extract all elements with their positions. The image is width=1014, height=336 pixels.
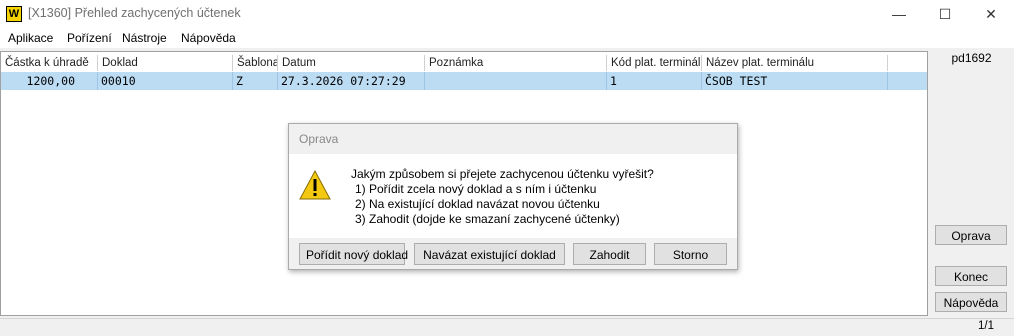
cell-nazev-terminalu: ČSOB TEST — [702, 72, 888, 90]
cell-castka: 1200,00 — [1, 72, 98, 90]
dialog-title-bar: Oprava — [289, 124, 737, 154]
table-row[interactable]: 1200,00 00010 Z 27.3.2026 07:27:29 1 ČSO… — [1, 72, 927, 90]
dialog-question: Jakým způsobem si přejete zachycenou účt… — [351, 167, 654, 181]
column-header-sablona[interactable]: Šablona — [233, 55, 278, 71]
title-bar: W [X1360] Přehled zachycených účtenek — … — [0, 0, 1014, 28]
link-existing-button[interactable]: Navázat existující doklad — [414, 243, 565, 265]
cell-sablona: Z — [233, 72, 278, 90]
cancel-button[interactable]: Storno — [654, 243, 727, 265]
app-logo-icon: W — [6, 6, 22, 22]
menu-napoveda[interactable]: Nápověda — [181, 31, 236, 45]
horizontal-scrollbar[interactable] — [0, 318, 1014, 336]
cell-kod-terminalu: 1 — [607, 72, 702, 90]
oprava-button[interactable]: Oprava — [935, 225, 1007, 245]
menu-nastroje[interactable]: Nástroje — [122, 31, 167, 45]
napoveda-button[interactable]: Nápověda — [935, 292, 1007, 312]
table-header: Částka k úhradě Doklad Šablona Datum Poz… — [1, 55, 927, 71]
discard-button[interactable]: Zahodit — [573, 243, 646, 265]
maximize-button[interactable]: ☐ — [922, 0, 968, 28]
minimize-button[interactable]: — — [876, 0, 922, 28]
column-header-doklad[interactable]: Doklad — [98, 55, 233, 71]
menu-aplikace[interactable]: Aplikace — [8, 31, 53, 45]
dialog-option-2: 2) Na existující doklad navázat novou úč… — [355, 197, 600, 211]
cell-doklad: 00010 — [98, 72, 233, 90]
column-header-poznamka[interactable]: Poznámka — [425, 55, 607, 71]
warning-icon — [299, 170, 331, 200]
column-header-datum[interactable]: Datum — [278, 55, 425, 71]
user-label: pd1692 — [951, 51, 992, 65]
column-header-nazev-terminalu[interactable]: Název plat. terminálu — [702, 55, 888, 71]
dialog-option-3: 3) Zahodit (dojde ke smazaní zachycené ú… — [355, 212, 620, 226]
menu-porizeni[interactable]: Pořízení — [67, 31, 112, 45]
window-title: [X1360] Přehled zachycených účtenek — [28, 6, 241, 20]
oprava-dialog: Oprava Jakým způsobem si přejete zachyce… — [288, 123, 738, 270]
new-document-button[interactable]: Pořídit nový doklad — [299, 243, 408, 265]
cell-datum: 27.3.2026 07:27:29 — [278, 72, 425, 90]
menu-bar: Aplikace Pořízení Nástroje Nápověda — [0, 28, 1014, 48]
dialog-body: Jakým způsobem si přejete zachycenou účt… — [289, 154, 737, 238]
cell-poznamka — [425, 72, 607, 90]
dialog-title: Oprava — [299, 132, 339, 146]
page-indicator: 1/1 — [978, 320, 994, 332]
konec-button[interactable]: Konec — [935, 266, 1007, 286]
column-header-castka[interactable]: Částka k úhradě — [1, 55, 98, 71]
dialog-option-1: 1) Pořídit zcela nový doklad a s ním i ú… — [355, 182, 597, 196]
close-button[interactable]: ✕ — [968, 0, 1014, 28]
column-header-kod-terminalu[interactable]: Kód plat. terminálu — [607, 55, 702, 71]
action-panel: pd1692 Oprava Konec Nápověda — [929, 51, 1014, 316]
